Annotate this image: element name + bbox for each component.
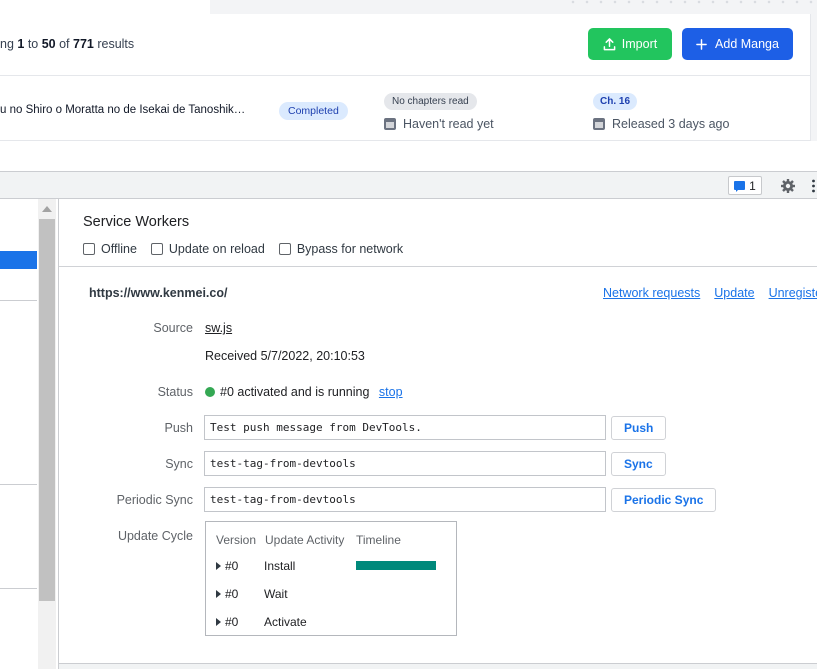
calendar-icon [384,118,396,130]
sidebar-divider [0,484,37,485]
update-link[interactable]: Update [714,286,754,300]
source-link[interactable]: sw.js [205,321,232,335]
column-header-activity: Update Activity [265,533,345,547]
issues-button[interactable]: 1 [728,176,762,195]
scroll-up-arrow-icon[interactable] [42,206,52,212]
sidebar-scrollbar[interactable] [38,199,56,669]
sidebar-divider [0,588,37,589]
table-row[interactable]: #0 Activate [216,615,307,629]
latest-chapter-badge[interactable]: Ch. 16 [593,93,638,110]
page-top-left [0,0,210,14]
unregister-link[interactable]: Unregister [769,286,817,300]
bypass-for-network-checkbox[interactable]: Bypass for network [278,242,403,256]
sync-input[interactable]: test-tag-from-devtools [204,451,606,476]
sw-actions: Network requests Update Unregister [603,286,817,300]
page-bottom-area [0,141,817,171]
divider [59,266,817,267]
manga-title-link[interactable]: u no Shiro o Moratta no de Isekai de Tan… [0,104,245,116]
expand-triangle-icon[interactable] [216,618,221,626]
import-button[interactable]: Import [588,28,672,60]
received-time: Received 5/7/2022, 20:10:53 [205,349,365,363]
issue-icon [734,181,746,192]
gear-icon[interactable] [780,178,796,194]
expand-triangle-icon[interactable] [216,590,221,598]
push-button[interactable]: Push [611,416,667,440]
checkbox[interactable] [150,243,163,255]
table-row[interactable]: #0 Wait [216,587,288,601]
update-on-reload-checkbox[interactable]: Update on reload [150,242,265,256]
status-dot-icon [205,387,215,397]
kebab-menu-icon[interactable] [812,179,815,193]
last-read-info: Haven't read yet [384,117,494,131]
sw-options: Offline Update on reload Bypass for netw… [83,242,403,256]
sidebar-divider [0,300,37,301]
column-header-timeline: Timeline [356,533,401,547]
calendar-icon [593,118,605,130]
service-workers-panel: Service Workers Offline Update on reload… [59,199,817,669]
page-top-strip [210,0,817,14]
status-label: Status [157,385,193,399]
plus-icon [696,38,707,50]
column-header-version: Version [216,533,257,547]
upload-icon [603,37,616,50]
update-cycle-table: Version Update Activity Timeline #0 Inst… [205,521,457,636]
import-label: Import [621,37,658,51]
offline-checkbox[interactable]: Offline [83,242,137,256]
add-manga-button[interactable]: Add Manga [682,28,793,60]
push-input[interactable]: Test push message from DevTools. [204,415,606,440]
status-value: #0 activated and is running stop [205,385,403,399]
network-requests-link[interactable]: Network requests [603,286,700,300]
push-label: Push [164,421,194,435]
checkbox[interactable] [83,243,95,255]
status-badge: Completed [279,102,348,120]
checkbox[interactable] [278,243,291,255]
results-count: ng 1 to 50 of 771 results [0,37,135,51]
manga-list-card: ng 1 to 50 of 771 results Import Add Man… [0,14,811,141]
periodic-sync-input[interactable]: test-tag-from-devtools [204,487,606,512]
next-section-edge [59,663,817,669]
sw-origin: https://www.kenmei.co/ [89,286,228,300]
web-page: ng 1 to 50 of 771 results Import Add Man… [0,0,817,171]
panel-title: Service Workers [83,214,190,230]
add-manga-label: Add Manga [715,37,779,51]
source-label: Source [153,321,193,335]
update-cycle-label: Update Cycle [117,529,193,543]
devtools-toolbar: 1 [0,171,817,199]
install-timeline-bar [356,561,436,570]
sidebar-item-service-workers[interactable] [0,251,37,269]
sync-button[interactable]: Sync [611,452,666,476]
divider [0,75,811,76]
table-row[interactable]: #0 Install [216,559,295,573]
expand-triangle-icon[interactable] [216,562,221,570]
application-sidebar [0,199,38,669]
periodic-sync-button[interactable]: Periodic Sync [611,488,717,512]
scrollbar-thumb[interactable] [39,219,55,601]
stop-link[interactable]: stop [379,385,403,399]
periodic-sync-label: Periodic Sync [116,493,193,507]
release-info: Released 3 days ago [593,117,729,131]
sync-label: Sync [165,457,193,471]
chapters-read-badge[interactable]: No chapters read [384,93,477,110]
issues-count: 1 [749,178,756,193]
